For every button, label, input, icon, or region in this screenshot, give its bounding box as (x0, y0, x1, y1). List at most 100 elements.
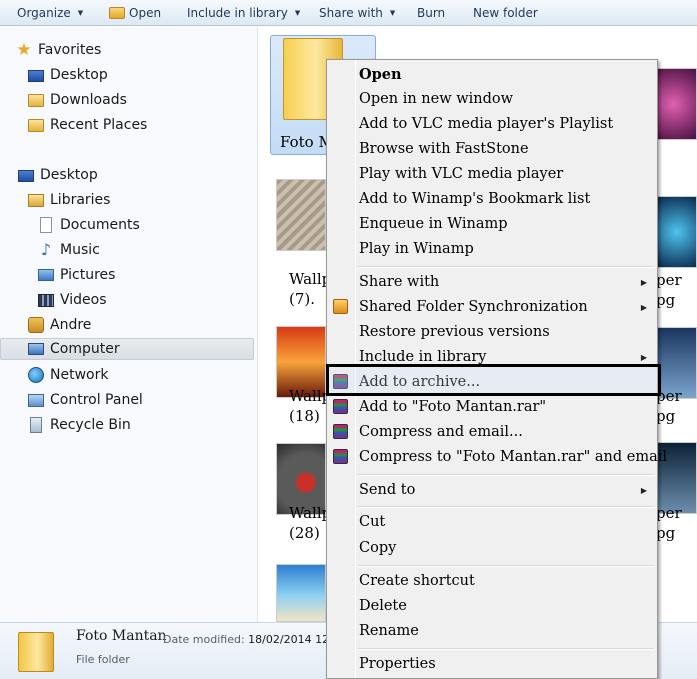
organize-button[interactable]: Organize ▼ (8, 0, 92, 26)
chevron-down-icon: ▼ (77, 8, 84, 17)
nav-computer[interactable]: Computer (0, 338, 254, 360)
new-folder-button[interactable]: New folder (464, 0, 547, 26)
menu-separator (358, 474, 654, 476)
music-note-icon: ♪ (40, 240, 52, 259)
menu-separator (358, 266, 654, 268)
nav-label: Libraries (50, 192, 111, 208)
organize-label: Organize (17, 5, 71, 20)
sync-icon (333, 299, 348, 314)
menu-cut[interactable]: Cut (327, 510, 657, 534)
nav-label: Andre (50, 317, 92, 333)
command-bar: Organize ▼ Open Include in library ▼ Sha… (0, 0, 697, 26)
nav-label: Recycle Bin (50, 417, 131, 433)
wallpaper-thumbnail[interactable] (276, 179, 326, 251)
thumbnail-label: Wallp (18) (289, 387, 332, 425)
chevron-down-icon: ▼ (294, 8, 301, 17)
include-in-library-button[interactable]: Include in library ▼ (178, 0, 309, 26)
menu-properties[interactable]: Properties (327, 652, 657, 676)
menu-separator (358, 506, 654, 508)
details-type: File folder (76, 653, 130, 666)
winrar-icon (333, 424, 348, 439)
wallpaper-thumbnail[interactable] (276, 564, 326, 622)
menu-rename[interactable]: Rename (327, 619, 657, 643)
downloads-folder-icon (28, 93, 44, 107)
nav-pictures[interactable]: Pictures (38, 264, 115, 286)
menu-compress-rar-email[interactable]: Compress to "Foto Mantan.rar" and email (327, 445, 667, 469)
star-icon: ★ (16, 40, 32, 60)
nav-documents[interactable]: Documents (38, 214, 140, 236)
share-with-button[interactable]: Share with ▼ (310, 0, 404, 26)
menu-winamp-enqueue[interactable]: Enqueue in Winamp (327, 212, 657, 236)
nav-libraries[interactable]: Libraries (28, 189, 110, 211)
user-folder-icon (28, 317, 44, 333)
nav-label: Music (60, 242, 100, 258)
menu-winamp-bookmark[interactable]: Add to Winamp's Bookmark list (327, 187, 657, 211)
nav-label: Computer (50, 341, 120, 357)
menu-vlc-playlist[interactable]: Add to VLC media player's Playlist (327, 112, 657, 136)
menu-delete[interactable]: Delete (327, 594, 657, 618)
burn-button[interactable]: Burn (408, 0, 454, 26)
nav-downloads[interactable]: Downloads (28, 89, 127, 111)
include-label: Include in library (187, 5, 288, 20)
picture-icon (38, 269, 54, 281)
nav-music[interactable]: ♪ Music (38, 239, 100, 261)
open-button[interactable]: Open (100, 0, 170, 26)
menu-restore-versions[interactable]: Restore previous versions (327, 320, 657, 344)
nav-favorites[interactable]: ★ Favorites (16, 39, 101, 61)
menu-add-to-rar[interactable]: Add to "Foto Mantan.rar" (327, 395, 657, 419)
nav-recycle-bin[interactable]: Recycle Bin (28, 414, 131, 436)
menu-open-new-window[interactable]: Open in new window (327, 87, 657, 111)
share-label: Share with (319, 5, 383, 20)
nav-label: Favorites (38, 42, 102, 58)
nav-desktop-root[interactable]: Desktop (18, 164, 98, 186)
thumbnail-label: Wallp (28) (289, 504, 332, 542)
nav-label: Desktop (50, 67, 108, 83)
wallpaper-thumbnail[interactable] (657, 68, 697, 140)
menu-copy[interactable]: Copy (327, 536, 657, 560)
nav-user-andre[interactable]: Andre (28, 314, 91, 336)
open-folder-icon (109, 6, 125, 19)
thumbnail-label: per pg (656, 504, 682, 542)
menu-browse-faststone[interactable]: Browse with FastStone (327, 137, 657, 161)
menu-shared-folder-sync[interactable]: Shared Folder Synchronization ▶ (327, 295, 657, 319)
menu-separator (358, 565, 654, 567)
computer-icon (28, 343, 44, 355)
submenu-arrow-icon: ▶ (640, 302, 647, 312)
menu-separator (358, 648, 654, 650)
menu-send-to[interactable]: Send to ▶ (327, 478, 657, 502)
submenu-arrow-icon: ▶ (640, 277, 647, 287)
film-icon (38, 293, 54, 307)
submenu-arrow-icon: ▶ (640, 352, 647, 362)
nav-network[interactable]: Network (28, 364, 108, 386)
submenu-arrow-icon: ▶ (640, 485, 647, 495)
wallpaper-thumbnail[interactable] (657, 196, 697, 268)
menu-play-vlc[interactable]: Play with VLC media player (327, 162, 657, 186)
desktop-icon (28, 70, 44, 82)
menu-create-shortcut[interactable]: Create shortcut (327, 569, 657, 593)
nav-desktop[interactable]: Desktop (28, 64, 108, 86)
open-label: Open (129, 5, 162, 20)
control-panel-icon (28, 393, 44, 407)
menu-open[interactable]: Open (327, 62, 657, 86)
details-modified: Date modified: 18/02/2014 12:3 (163, 633, 340, 646)
nav-label: Documents (60, 217, 140, 233)
nav-videos[interactable]: Videos (38, 289, 107, 311)
nav-label: Control Panel (50, 392, 143, 408)
nav-control-panel[interactable]: Control Panel (28, 389, 143, 411)
nav-label: Pictures (60, 267, 116, 283)
libraries-icon (28, 193, 44, 207)
chevron-down-icon: ▼ (389, 8, 396, 17)
menu-compress-email[interactable]: Compress and email... (327, 420, 657, 444)
thumbnail-label: Wallp (7). (289, 270, 332, 308)
menu-winamp-play[interactable]: Play in Winamp (327, 237, 657, 261)
recycle-bin-icon (30, 417, 42, 433)
nav-label: Recent Places (50, 117, 148, 133)
winrar-icon (333, 449, 348, 464)
details-name: Foto Mantan (76, 628, 167, 644)
menu-share-with[interactable]: Share with ▶ (327, 270, 657, 294)
winrar-icon (333, 399, 348, 414)
nav-recent-places[interactable]: Recent Places (28, 114, 147, 136)
nav-label: Videos (60, 292, 107, 308)
network-globe-icon (28, 367, 44, 383)
new-folder-label: New folder (473, 5, 538, 20)
